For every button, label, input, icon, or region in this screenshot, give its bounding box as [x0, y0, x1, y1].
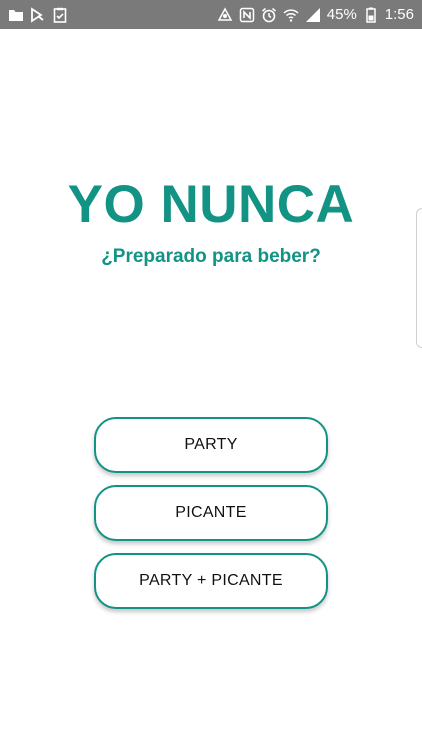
clock: 1:56 — [384, 6, 414, 23]
status-bar-right: 45% 1:56 — [217, 6, 414, 23]
picante-button[interactable]: PICANTE — [94, 485, 328, 541]
play-store-icon — [30, 6, 46, 23]
app-title: YO NUNCA — [67, 175, 355, 234]
edge-panel-handle[interactable] — [416, 208, 422, 348]
party-picante-button[interactable]: PARTY + PICANTE — [94, 553, 328, 609]
party-button[interactable]: PARTY — [94, 417, 328, 473]
folder-icon — [8, 7, 24, 23]
nfc-icon — [239, 7, 255, 23]
battery-icon — [363, 7, 379, 23]
wifi-icon — [283, 7, 299, 23]
app-subtitle: ¿Preparado para beber? — [101, 246, 321, 267]
status-bar-left — [8, 6, 68, 23]
clipboard-check-icon — [52, 7, 68, 23]
sync-icon — [217, 6, 233, 23]
signal-icon — [305, 7, 321, 23]
battery-percent: 45% — [326, 6, 357, 23]
alarm-icon — [261, 7, 277, 23]
status-bar: 45% 1:56 — [0, 0, 422, 29]
